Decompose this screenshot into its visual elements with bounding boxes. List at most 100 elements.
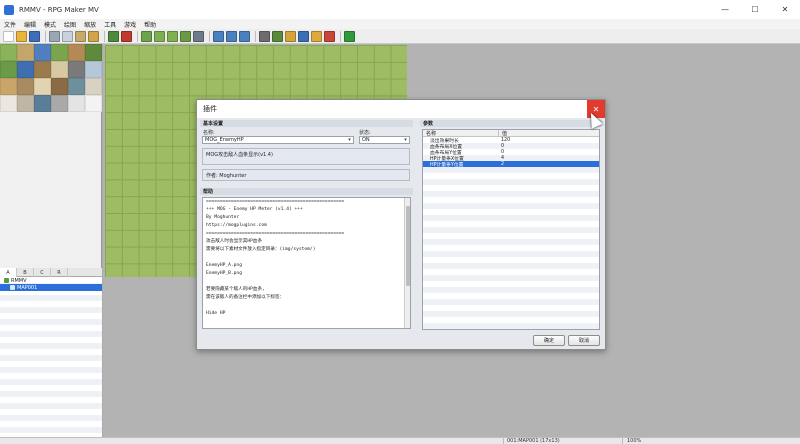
menu-tools[interactable]: 工具 bbox=[104, 20, 116, 29]
fill-icon[interactable] bbox=[180, 30, 191, 42]
help-line: ========================================… bbox=[206, 199, 345, 204]
save-project-icon[interactable] bbox=[29, 30, 40, 42]
tab-a[interactable]: A bbox=[0, 268, 17, 277]
help-line: EnemyHP_B.png bbox=[206, 271, 242, 276]
cancel-button[interactable]: 取消 bbox=[568, 335, 600, 346]
rectangle-icon[interactable] bbox=[154, 30, 165, 42]
sound-test-icon[interactable] bbox=[285, 30, 296, 42]
tree-map-item[interactable]: MAP001 bbox=[0, 284, 102, 291]
minimize-button[interactable]: — bbox=[710, 0, 740, 19]
playtest-icon[interactable] bbox=[344, 30, 355, 42]
cut-icon[interactable] bbox=[49, 30, 60, 42]
tileset-tile[interactable] bbox=[17, 61, 34, 78]
toolbar-separator bbox=[104, 30, 105, 42]
help-line: 需要将以下素材文件放入指定目录：(img/system/) bbox=[206, 247, 316, 252]
menu-edit[interactable]: 编辑 bbox=[24, 20, 36, 29]
paste-icon[interactable] bbox=[75, 30, 86, 42]
menu-scale[interactable]: 缩放 bbox=[84, 20, 96, 29]
character-generator-icon[interactable] bbox=[324, 30, 335, 42]
help-line bbox=[203, 278, 410, 286]
shadow-pen-icon[interactable] bbox=[193, 30, 204, 42]
tree-project[interactable]: RMMV bbox=[0, 277, 102, 284]
help-scrollbar-thumb[interactable] bbox=[406, 206, 410, 286]
tree-project-label: RMMV bbox=[11, 277, 27, 284]
tab-r[interactable]: R bbox=[51, 268, 68, 277]
menu-help[interactable]: 帮助 bbox=[144, 20, 156, 29]
help-text-box[interactable]: ========================================… bbox=[202, 197, 411, 329]
plugin-status-select[interactable]: ON ▾ bbox=[359, 136, 410, 144]
toolbar-separator bbox=[209, 30, 210, 42]
tileset-tile[interactable] bbox=[0, 78, 17, 95]
tileset-tile[interactable] bbox=[85, 44, 102, 61]
database-icon[interactable] bbox=[259, 30, 270, 42]
menu-draw[interactable]: 绘图 bbox=[64, 20, 76, 29]
tab-b[interactable]: B bbox=[17, 268, 34, 277]
app-icon bbox=[4, 4, 14, 15]
tileset-tile[interactable] bbox=[0, 44, 17, 61]
ellipse-icon[interactable] bbox=[167, 30, 178, 42]
parameter-row[interactable]: HP计量条Y位置 2 bbox=[423, 161, 599, 168]
help-line: Hide HP bbox=[206, 311, 226, 316]
param-name-column-header[interactable]: 名称 bbox=[423, 130, 498, 137]
map-mode-icon[interactable] bbox=[108, 30, 119, 42]
actual-size-icon[interactable] bbox=[239, 30, 250, 42]
tileset-tabs: A B C R bbox=[0, 268, 102, 277]
plugin-status-value: ON bbox=[362, 137, 370, 143]
plugin-manager-icon[interactable] bbox=[272, 30, 283, 42]
zoom-in-icon[interactable] bbox=[213, 30, 224, 42]
event-mode-icon[interactable] bbox=[121, 30, 132, 42]
help-scrollbar[interactable] bbox=[404, 198, 410, 328]
maximize-button[interactable]: ☐ bbox=[740, 0, 770, 19]
tileset-tile[interactable] bbox=[0, 95, 17, 112]
pencil-icon[interactable] bbox=[141, 30, 152, 42]
tileset-tile[interactable] bbox=[68, 78, 85, 95]
tileset-tile[interactable] bbox=[34, 95, 51, 112]
tileset-tile[interactable] bbox=[51, 78, 68, 95]
open-project-icon[interactable] bbox=[16, 30, 27, 42]
menu-mode[interactable]: 模式 bbox=[44, 20, 56, 29]
tileset-tile[interactable] bbox=[17, 78, 34, 95]
tileset-tile[interactable] bbox=[51, 44, 68, 61]
toolbar-separator bbox=[255, 30, 256, 42]
help-line: 若要隐藏某个敌人的HP血条， bbox=[206, 287, 267, 292]
menu-game[interactable]: 游戏 bbox=[124, 20, 136, 29]
plugin-name-value: MOG_EnemyHP bbox=[205, 137, 244, 143]
status-label: 状态: bbox=[359, 130, 371, 136]
copy-icon[interactable] bbox=[62, 30, 73, 42]
ok-button[interactable]: 确定 bbox=[533, 335, 565, 346]
tileset-tile[interactable] bbox=[51, 61, 68, 78]
chevron-down-icon: ▾ bbox=[348, 137, 351, 143]
tileset-tile[interactable] bbox=[68, 95, 85, 112]
tileset-tile[interactable] bbox=[34, 61, 51, 78]
menu-file[interactable]: 文件 bbox=[4, 20, 16, 29]
close-window-button[interactable]: ✕ bbox=[770, 0, 800, 19]
parameters-header: 参数 bbox=[420, 120, 602, 127]
parameter-name: HP计量条Y位置 bbox=[430, 162, 464, 168]
help-line bbox=[203, 318, 410, 326]
resource-manager-icon[interactable] bbox=[311, 30, 322, 42]
param-value-column-header[interactable]: 值 bbox=[498, 130, 599, 137]
plugin-description: MOG攻击敌人血条显示(v1.4) bbox=[202, 148, 410, 165]
undo-icon[interactable] bbox=[88, 30, 99, 42]
parameters-list: 淡出效果时长 120 血条布局X位置 0 血条布局Y位置 0 HP计量条X位置 4 HP计量条Y… bbox=[423, 137, 599, 329]
plugin-name-select[interactable]: MOG_EnemyHP ▾ bbox=[202, 136, 354, 144]
event-searcher-icon[interactable] bbox=[298, 30, 309, 42]
tileset-tile[interactable] bbox=[51, 95, 68, 112]
chevron-down-icon: ▾ bbox=[404, 137, 407, 143]
tab-c[interactable]: C bbox=[34, 268, 51, 277]
tileset-tile[interactable] bbox=[34, 78, 51, 95]
help-header: 帮助 bbox=[200, 188, 413, 195]
help-line: ========================================… bbox=[206, 231, 345, 236]
tileset-tile[interactable] bbox=[68, 44, 85, 61]
parameters-table[interactable]: 名称 值 淡出效果时长 120 血条布局X位置 0 血条布局Y位置 0 HP计量条X位置 4 H… bbox=[422, 129, 600, 330]
tileset-tile[interactable] bbox=[85, 78, 102, 95]
tileset-tile[interactable] bbox=[34, 44, 51, 61]
zoom-out-icon[interactable] bbox=[226, 30, 237, 42]
tileset-tile[interactable] bbox=[85, 61, 102, 78]
tileset-tile[interactable] bbox=[85, 95, 102, 112]
new-project-icon[interactable] bbox=[3, 30, 14, 42]
tileset-tile[interactable] bbox=[68, 61, 85, 78]
tileset-tile[interactable] bbox=[17, 95, 34, 112]
tileset-tile[interactable] bbox=[17, 44, 34, 61]
tileset-tile[interactable] bbox=[0, 61, 17, 78]
